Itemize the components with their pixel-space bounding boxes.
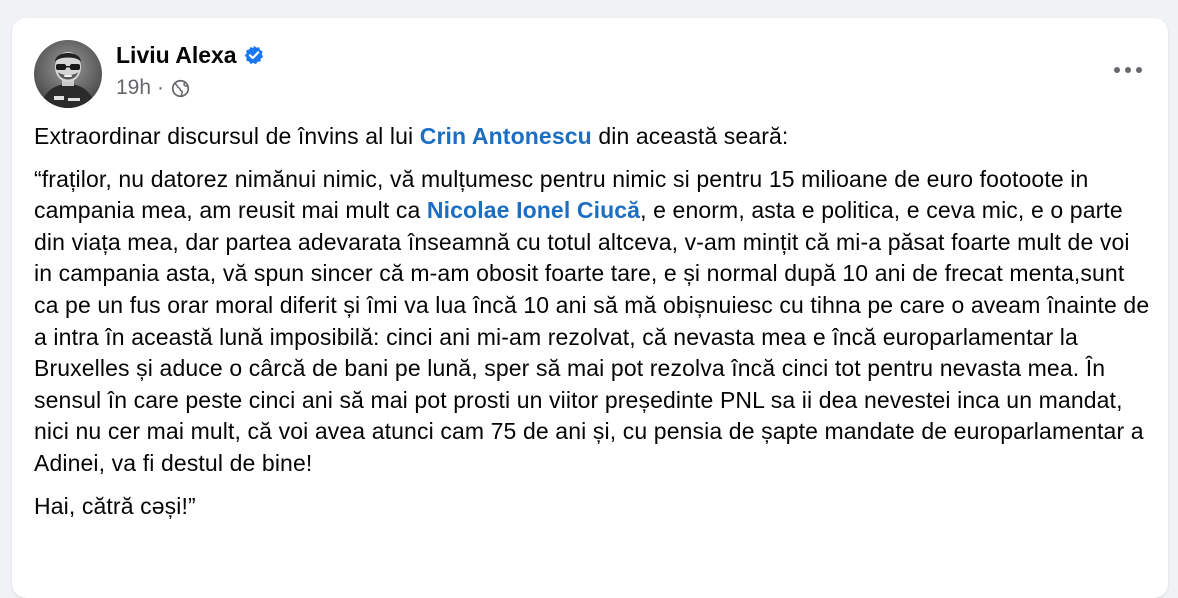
post-timestamp[interactable]: 19h [116,76,151,100]
author-row: Liviu Alexa [116,40,264,70]
verified-badge-icon [244,45,263,65]
author-name[interactable]: Liviu Alexa [116,42,237,69]
post-paragraph-intro: Extraordinar discursul de învins al lui … [34,121,1154,153]
author-avatar[interactable] [34,40,102,108]
more-options-icon [1114,67,1142,73]
intro-text-start: Extraordinar discursul de învins al lui [34,123,420,149]
globe-icon[interactable] [171,79,190,98]
post-paragraph-closing: Hai, cătră cәși!” [34,492,196,519]
mention-link-crin-antonescu[interactable]: Crin Antonescu [420,123,592,149]
quote-text-end: , e enorm, asta e politica, e ceva mic, … [34,197,1150,476]
post-paragraph-quote: “fraților, nu datorez nimănui nimic, vă … [34,164,1154,480]
profile-photo-icon [34,40,102,108]
mention-link-nicolae-ciuca[interactable]: Nicolae Ionel Ciucă [427,197,640,223]
meta-separator: · [157,76,165,99]
intro-text-end: din această seară: [591,123,789,149]
more-options-button[interactable] [1108,56,1148,84]
post-meta: 19h · [116,76,190,100]
post-text: Extraordinar discursul de învins al lui … [34,121,1154,522]
post-card: Liviu Alexa 19h · Extraordinar discursul… [12,18,1168,598]
